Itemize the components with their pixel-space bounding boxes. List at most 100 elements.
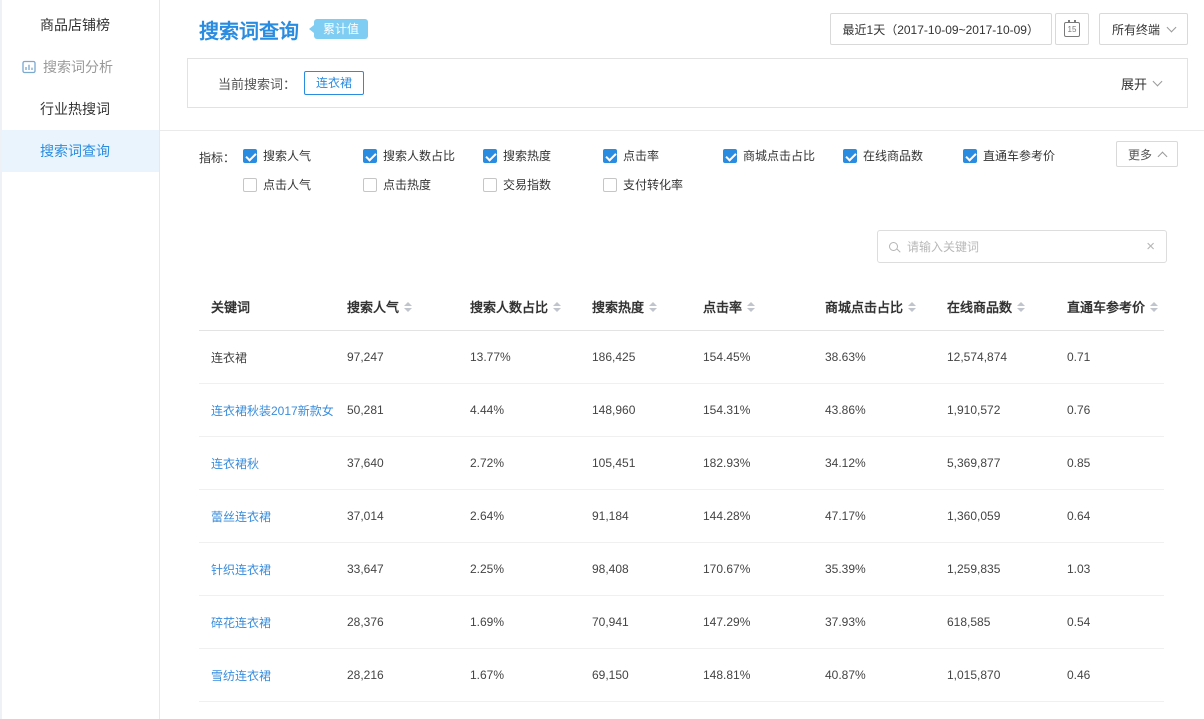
badge-label: 累计值 (323, 22, 359, 36)
more-button[interactable]: 更多 (1116, 141, 1178, 167)
indicator-checkbox[interactable]: 在线商品数 (843, 147, 963, 164)
keyword-cell[interactable]: 雪纺连衣裙 (199, 667, 335, 684)
badge-arrow-icon (309, 25, 314, 33)
value-cell: 98,408 (580, 562, 691, 576)
value-cell: 33,647 (335, 562, 458, 576)
title-wrap: 搜索词查询 累计值 (199, 15, 368, 44)
cumulative-badge: 累计值 (314, 19, 368, 39)
sort-icon[interactable] (908, 302, 916, 312)
value-cell: 4.44% (458, 403, 580, 417)
indicator-checkbox[interactable]: 搜索人气 (243, 147, 363, 164)
value-cell: 0.76 (1055, 403, 1163, 417)
keyword-cell[interactable]: 针织连衣裙 (199, 561, 335, 578)
value-cell: 28,376 (335, 615, 458, 629)
table-row: 连衣裙秋37,6402.72%105,451182.93%34.12%5,369… (199, 437, 1164, 490)
sort-icon[interactable] (553, 302, 561, 312)
sort-icon[interactable] (649, 302, 657, 312)
indicator-checkbox[interactable]: 支付转化率 (603, 176, 723, 193)
keyword-cell[interactable]: 连衣裙秋 (199, 455, 335, 472)
sortable-column-header[interactable]: 商城点击占比 (813, 297, 935, 316)
value-cell: 1,259,835 (935, 562, 1055, 576)
indicator-checkbox[interactable]: 点击热度 (363, 176, 483, 193)
indicator-label: 搜索人气 (263, 147, 311, 164)
sortable-column-header[interactable]: 在线商品数 (935, 297, 1055, 316)
value-cell: 70,941 (580, 615, 691, 629)
current-search-panel: 当前搜索词： 连衣裙 展开 (187, 58, 1188, 108)
checkbox-checked-icon (603, 149, 617, 163)
sortable-column-header[interactable]: 点击率 (691, 297, 813, 316)
search-icon (889, 242, 898, 251)
keyword-cell[interactable]: 连衣裙秋装2017新款女 (199, 402, 335, 419)
sortable-column-header[interactable]: 搜索人数占比 (458, 297, 580, 316)
indicator-checkbox[interactable]: 直通车参考价 (963, 147, 1083, 164)
sort-icon[interactable] (1150, 302, 1158, 312)
value-cell: 182.93% (691, 456, 813, 470)
sidebar-item-1[interactable]: 商品店铺榜 (2, 4, 159, 46)
indicator-label: 搜索热度 (503, 147, 551, 164)
indicators-section: 指标： 搜索人气 搜索人数占比 搜索热度 点击率商城点击占比 在线商品数 直通车参考价 点… (160, 131, 1204, 193)
sidebar-item-label: 搜索词查询 (40, 141, 110, 161)
value-cell: 37.93% (813, 615, 935, 629)
expand-toggle[interactable]: 展开 (1121, 74, 1161, 93)
value-cell: 37,640 (335, 456, 458, 470)
value-cell: 147.29% (691, 615, 813, 629)
column-label: 搜索人气 (347, 297, 399, 316)
indicator-checkbox[interactable]: 点击率 (603, 147, 723, 164)
sort-icon[interactable] (747, 302, 755, 312)
value-cell: 0.85 (1055, 456, 1163, 470)
sortable-column-header[interactable]: 搜索热度 (580, 297, 691, 316)
value-cell: 618,585 (935, 615, 1055, 629)
column-label: 商城点击占比 (825, 297, 903, 316)
table-row: 连衣裙秋装2017新款女50,2814.44%148,960154.31%43.… (199, 384, 1164, 437)
terminal-dropdown[interactable]: 所有终端 (1099, 13, 1188, 45)
sortable-column-header[interactable]: 搜索人气 (335, 297, 458, 316)
indicator-checkbox[interactable]: 点击人气 (243, 176, 363, 193)
sort-icon[interactable] (404, 302, 412, 312)
sidebar-item-3[interactable]: 行业热搜词 (2, 88, 159, 130)
sortable-column-header[interactable]: 直通车参考价 (1055, 297, 1163, 316)
indicators-label: 指标： (199, 149, 235, 193)
search-analysis-icon (22, 60, 36, 74)
value-cell: 1.03 (1055, 562, 1163, 576)
sidebar-item-2[interactable]: 搜索词分析 (2, 46, 159, 88)
more-label: 更多 (1128, 146, 1152, 163)
value-cell: 12,574,874 (935, 350, 1055, 364)
value-cell: 50,281 (335, 403, 458, 417)
indicator-checkbox[interactable]: 商城点击占比 (723, 147, 843, 164)
value-cell: 0.64 (1055, 509, 1163, 523)
value-cell: 1.67% (458, 668, 580, 682)
keyword-cell[interactable]: 蕾丝连衣裙 (199, 508, 335, 525)
keyword-search-input[interactable] (907, 240, 1137, 254)
page-title: 搜索词查询 (199, 15, 299, 44)
indicator-checkbox[interactable]: 交易指数 (483, 176, 603, 193)
value-cell: 0.54 (1055, 615, 1163, 629)
expand-label: 展开 (1121, 74, 1147, 93)
keyword-search-box: × (877, 230, 1167, 263)
keyword-cell[interactable]: 碎花连衣裙 (199, 614, 335, 631)
checkbox-checked-icon (963, 149, 977, 163)
indicator-label: 在线商品数 (863, 147, 923, 164)
clear-search-icon[interactable]: × (1146, 239, 1155, 254)
indicator-row-2: 点击人气点击热度交易指数 支付转化率 (243, 176, 1083, 193)
sort-icon[interactable] (1017, 302, 1025, 312)
checkbox-checked-icon (243, 149, 257, 163)
value-cell: 0.46 (1055, 668, 1163, 682)
calendar-button[interactable]: 15 (1055, 13, 1089, 45)
column-label: 关键词 (211, 297, 250, 316)
date-range-button[interactable]: 最近1天（2017-10-09~2017-10-09） (830, 13, 1052, 45)
value-cell: 2.72% (458, 456, 580, 470)
value-cell: 34.12% (813, 456, 935, 470)
column-label: 搜索热度 (592, 297, 644, 316)
top-controls: 最近1天（2017-10-09~2017-10-09） 15 所有终端 (830, 13, 1188, 45)
table-row: 针织连衣裙33,6472.25%98,408170.67%35.39%1,259… (199, 543, 1164, 596)
indicator-checkbox[interactable]: 搜索人数占比 (363, 147, 483, 164)
checkbox-unchecked-icon (243, 178, 257, 192)
indicator-checkbox[interactable]: 搜索热度 (483, 147, 603, 164)
sidebar-item-4[interactable]: 搜索词查询 (2, 130, 159, 172)
value-cell: 13.77% (458, 350, 580, 364)
indicator-label: 支付转化率 (623, 176, 683, 193)
value-cell: 148,960 (580, 403, 691, 417)
search-term-tag[interactable]: 连衣裙 (304, 71, 364, 95)
value-cell: 28,216 (335, 668, 458, 682)
value-cell: 91,184 (580, 509, 691, 523)
